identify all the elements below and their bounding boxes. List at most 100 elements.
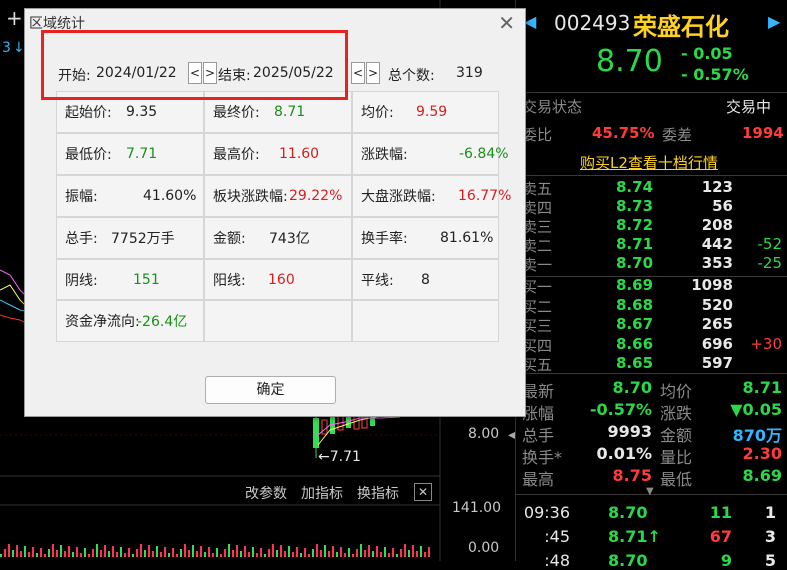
tick-time: 09:36: [523, 503, 570, 522]
stat-label: 涨跌: [660, 404, 693, 423]
ask-price: 8.70: [616, 254, 654, 272]
expand-arrow-icon[interactable]: ◀: [508, 430, 516, 444]
change-params-link[interactable]: 改参数: [245, 483, 287, 503]
stat-value: ▼0.05: [730, 400, 782, 419]
volume-bar: [252, 547, 254, 557]
volume-bar: [276, 550, 278, 557]
volume-bar: [412, 545, 414, 557]
end-prev-button[interactable]: <: [351, 62, 365, 84]
stats-cell: 最低价: 7.71: [56, 133, 204, 175]
low-price-annotation: ←7.71: [318, 449, 361, 465]
ask-change: -25: [757, 254, 783, 272]
stats-value: 16.77%: [458, 188, 512, 204]
volume-bar: [392, 548, 394, 557]
stat-label: 换手*: [522, 448, 563, 467]
stat-label: 金额: [660, 426, 693, 445]
weicha-value: 1994: [742, 124, 784, 142]
volume-bar: [52, 544, 54, 557]
volume-bar: [8, 544, 10, 557]
volume-bar: [316, 544, 318, 557]
volume-bar: [92, 549, 94, 557]
stat-label: 最高: [522, 470, 555, 489]
volume-bar: [300, 553, 302, 557]
bid-label: 买三: [522, 317, 553, 335]
volume-bar: [200, 546, 202, 557]
stats-cell: 板块涨跌幅: 29.22%: [204, 175, 352, 217]
volume-bar: [156, 546, 158, 557]
stats-value: 743亿: [269, 231, 310, 247]
stats-value: 9.59: [416, 104, 448, 120]
volume-bar: [16, 545, 18, 557]
indicator-close-icon[interactable]: ✕: [414, 483, 432, 501]
stats-label: 资金净流向:: [65, 314, 140, 330]
stock-name: 荣盛石化: [633, 13, 729, 41]
stat-value: -0.57%: [589, 400, 652, 419]
bid-price: 8.68: [616, 295, 654, 314]
stats-grid: 起始价: 9.35 最终价: 8.71 均价: 9.59 最低价: 7.71 最高价: 11.60…: [56, 91, 511, 342]
next-stock-arrow-icon[interactable]: ▶: [768, 12, 780, 31]
volume-bar: [184, 544, 186, 557]
stat-label: 量比: [660, 448, 693, 467]
volume-bar: [408, 550, 410, 557]
volume-bar: [48, 549, 50, 557]
tick-price: 8.71↑: [608, 527, 661, 546]
stat-value: 9993: [607, 422, 652, 441]
stats-value: -6.84%: [459, 146, 509, 162]
volume-bar: [208, 547, 210, 557]
down-arrow-icon: ↓: [13, 40, 25, 56]
stats-label: 阳线:: [213, 272, 246, 289]
volume-bar: [20, 551, 22, 557]
volume-bar: [60, 545, 62, 557]
volume-bar: [64, 551, 66, 557]
close-icon[interactable]: ✕: [498, 11, 515, 35]
ask-volume: 442: [701, 235, 733, 253]
stat-label: 涨幅: [522, 404, 555, 423]
end-next-button[interactable]: >: [366, 62, 380, 84]
volume-bar: [4, 549, 6, 557]
volume-bar: [340, 547, 342, 557]
trade-status-value: 交易中: [726, 98, 772, 116]
volume-bar: [128, 548, 130, 557]
volume-bar: [280, 545, 282, 557]
stats-label: 总手:: [65, 231, 98, 247]
weibi-value: 45.75%: [592, 124, 655, 142]
ok-button[interactable]: 确定: [205, 376, 336, 404]
stats-cell: [352, 300, 499, 342]
volume-axis-label-zero: 0.00: [468, 540, 500, 556]
quote-panel: ◀ 002493 荣盛石化 ▶ 8.70 - 0.05 - 0.57% 交易状态…: [515, 0, 787, 570]
l2-purchase-link[interactable]: 购买L2查看十档行情: [580, 152, 718, 173]
volume-bar: [328, 551, 330, 557]
volume-bar: [364, 550, 366, 557]
ask-label: 卖三: [522, 218, 553, 236]
bid-price: 8.69: [616, 276, 654, 294]
bid-price: 8.65: [616, 354, 654, 372]
volume-bar: [72, 552, 74, 557]
add-indicator-link[interactable]: 加指标: [301, 483, 343, 503]
stats-label: 大盘涨跌幅:: [361, 189, 436, 205]
stat-value: 8.75: [612, 466, 652, 485]
switch-indicator-link[interactable]: 换指标: [357, 483, 399, 503]
collapse-arrow-icon[interactable]: ▼: [646, 486, 654, 497]
volume-bar: [388, 553, 390, 557]
volume-bar: [236, 545, 238, 557]
volume-bar: [264, 554, 266, 557]
stats-cell: 均价: 9.59: [352, 91, 499, 133]
add-plus-icon[interactable]: +: [6, 6, 23, 30]
stats-label: 阴线:: [65, 272, 98, 289]
stats-label: 板块涨跌幅:: [213, 189, 288, 205]
bid-volume: 1098: [691, 276, 733, 294]
stats-label: 起始价:: [65, 105, 112, 121]
stat-value: 870万: [732, 426, 782, 445]
stats-value: -26.4亿: [137, 314, 188, 330]
stats-value: 151: [133, 271, 160, 288]
stats-label: 换手率:: [361, 231, 408, 247]
stats-cell: 大盘涨跌幅: 16.77%: [352, 175, 511, 217]
bid-label: 买五: [522, 356, 553, 374]
volume-bar: [244, 546, 246, 557]
volume-bar: [212, 553, 214, 557]
stats-label: 振幅:: [65, 189, 98, 205]
volume-bar: [148, 545, 150, 557]
stats-value: 8.71: [274, 104, 306, 120]
ask-label: 卖二: [522, 237, 553, 255]
stat-value: 8.69: [742, 466, 782, 485]
